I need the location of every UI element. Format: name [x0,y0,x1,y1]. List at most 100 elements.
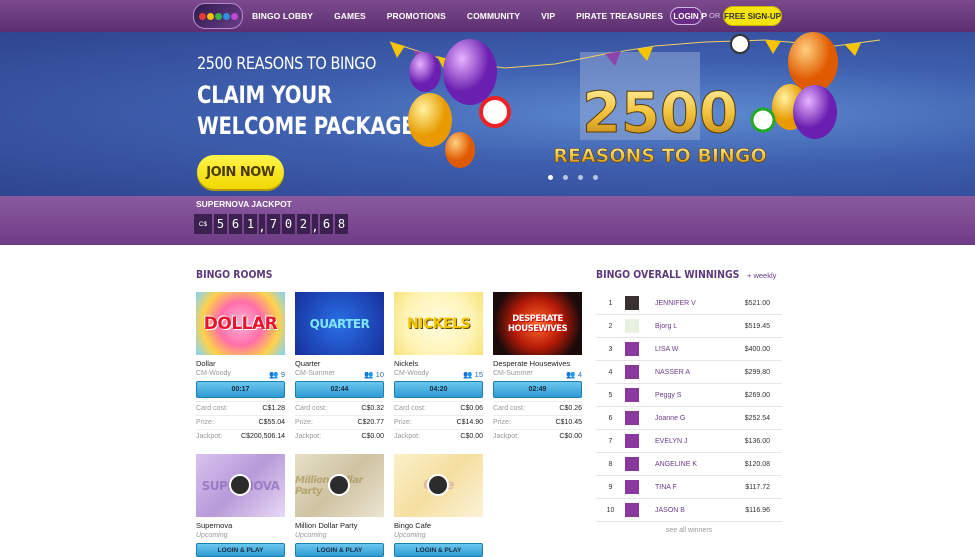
player-count: 4 [577,370,582,379]
nav-vip[interactable]: VIP [541,11,555,21]
card-cost-row: Card cost: C$0.32 [295,401,384,412]
winner-name[interactable]: ANGELINE K [655,461,697,468]
room-card-desperate-housewives[interactable]: DESPERATE HOUSEWIVES Desperate Housewive… [493,292,582,440]
winner-name[interactable]: Peggy S [655,392,681,399]
room-card-million-dollar-party[interactable]: Million Dollar Party Million Dollar Part… [295,454,384,557]
banner-artwork: 2500 REASONS TO BINGO [389,32,881,168]
winner-rank: 9 [608,483,613,491]
room-name: Quarter [295,359,321,368]
room-name: Bingo Cafe [394,521,432,530]
jackpot-label: SUPERNOVA JACKPOT [196,199,292,209]
balloon-yellow-1 [408,93,452,147]
room-card-bingo-cafe[interactable]: Cafe Bingo Cafe Upcoming LOGIN & PLAY [394,454,483,557]
avatar [625,319,639,333]
room-host: CM-Woody [394,370,429,377]
card-cost-row: Card cost: C$0.26 [493,401,582,412]
hero-title: CLAIM YOUR WELCOME PACKAGE [197,80,415,142]
room-thumbnail[interactable]: DOLLAR [196,292,285,355]
room-thumbnail[interactable]: SUPERNOVA [196,454,285,517]
prize-label: Prize: [196,419,214,426]
winner-name[interactable]: JASON B [655,507,685,514]
room-timer-button[interactable]: 00:17 [196,381,285,398]
winner-name[interactable]: LISA W [655,346,678,353]
prize-row: Prize: C$10.45 [493,415,582,426]
jackpot-row: Jackpot: C$0.00 [295,429,384,440]
room-status: Upcoming [394,532,426,539]
prize-value: C$55.04 [258,419,285,426]
join-now-button[interactable]: JOIN NOW [197,155,284,189]
carousel-dots [548,175,598,180]
room-thumb-title: NICKELS [406,315,471,332]
carousel-dot[interactable] [578,175,583,180]
players-icon: 👥 15 [463,370,483,379]
room-timer-button[interactable]: 02:49 [493,381,582,398]
room-name: Million Dollar Party [295,521,358,530]
login-button[interactable]: LOGIN [670,7,702,25]
lock-icon [427,474,449,496]
hero-title-line1: CLAIM YOUR [197,81,332,109]
winner-name[interactable]: EVELYN J [655,438,688,445]
jackpot-row: Jackpot: C$0.00 [493,429,582,440]
room-thumbnail[interactable]: QUARTER [295,292,384,355]
jackpot-value: C$0.00 [361,433,384,440]
room-card-quarter[interactable]: QUARTER Quarter CM-Summer 👥 10 02:44 Card… [295,292,384,440]
flag-1 [390,42,405,58]
avatar [625,503,639,517]
winner-name[interactable]: JENNIFER V [655,300,696,307]
carousel-dot[interactable] [563,175,568,180]
player-count: 9 [280,370,285,379]
room-thumbnail[interactable]: Cafe [394,454,483,517]
prize-value: C$14.90 [456,419,483,426]
weekly-toggle[interactable]: + weekly [747,271,776,280]
winner-row: 9 TINA F $117.72 [596,476,782,499]
room-thumb-title: QUARTER [309,316,370,331]
bingo-ball-top [730,34,750,54]
free-signup-button[interactable]: FREE SIGN-UP [723,6,782,26]
room-thumbnail[interactable]: Million Dollar Party [295,454,384,517]
top-nav: BINGO LOBBY GAMES PROMOTIONS COMMUNITY V… [0,0,975,32]
room-card-supernova[interactable]: SUPERNOVA Supernova Upcoming LOGIN & PLA… [196,454,285,557]
prize-label: Prize: [394,419,412,426]
winnings-title: BINGO OVERALL WINNINGS [596,268,740,281]
prize-row: Prize: C$14.90 [394,415,483,426]
players-icon: 👥 9 [269,370,285,379]
carousel-dot[interactable] [548,175,553,180]
nav-promotions[interactable]: PROMOTIONS [387,11,446,21]
winner-name[interactable]: TINA F [655,484,677,491]
avatar [625,365,639,379]
nav-games[interactable]: GAMES [334,11,366,21]
room-host-row: CM-Woody 👥 9 [196,370,285,379]
see-all-winners-link[interactable]: see all winners [596,527,782,534]
site-logo[interactable] [193,3,243,29]
balloon-purple-2 [409,52,441,92]
jackpot-separator: , [258,214,266,234]
nav-community[interactable]: COMMUNITY [467,11,520,21]
prize-value: C$10.45 [555,419,582,426]
hero-subtitle: 2500 REASONS TO BINGO [197,54,376,74]
winner-name[interactable]: Bjorg L [655,323,677,330]
hero-banner[interactable]: 2500 REASONS TO BINGO CLAIM YOUR WELCOME… [0,32,975,196]
jackpot-digit: 7 [267,214,280,234]
lock-icon [229,474,251,496]
avatar [625,296,639,310]
carousel-dot[interactable] [593,175,598,180]
winner-amount: $120.08 [744,460,770,468]
room-card-dollar[interactable]: DOLLAR Dollar CM-Woody 👥 9 00:17 Card cos… [196,292,285,440]
player-count: 15 [474,370,483,379]
prize-label: Prize: [295,419,313,426]
nav-pirate-treasures[interactable]: PIRATE TREASURES [576,11,663,21]
room-timer-button[interactable]: 04:20 [394,381,483,398]
room-thumbnail[interactable]: DESPERATE HOUSEWIVES [493,292,582,355]
jackpot-value: C$0.00 [460,433,483,440]
card-cost-label: Card cost: [493,405,525,412]
room-thumbnail[interactable]: NICKELS [394,292,483,355]
room-timer-button[interactable]: 02:44 [295,381,384,398]
winner-amount: $116.96 [745,506,770,514]
nav-bingo-lobby[interactable]: BINGO LOBBY [252,11,313,21]
winner-name[interactable]: NASSER A [655,369,690,376]
room-card-nickels[interactable]: NICKELS Nickels CM-Woody 👥 15 04:20 Card … [394,292,483,440]
players-icon: 👥 10 [364,370,384,379]
winner-name[interactable]: Joanne G [655,415,685,422]
avatar [625,342,639,356]
room-host-row: CM-Summer 👥 10 [295,370,384,379]
